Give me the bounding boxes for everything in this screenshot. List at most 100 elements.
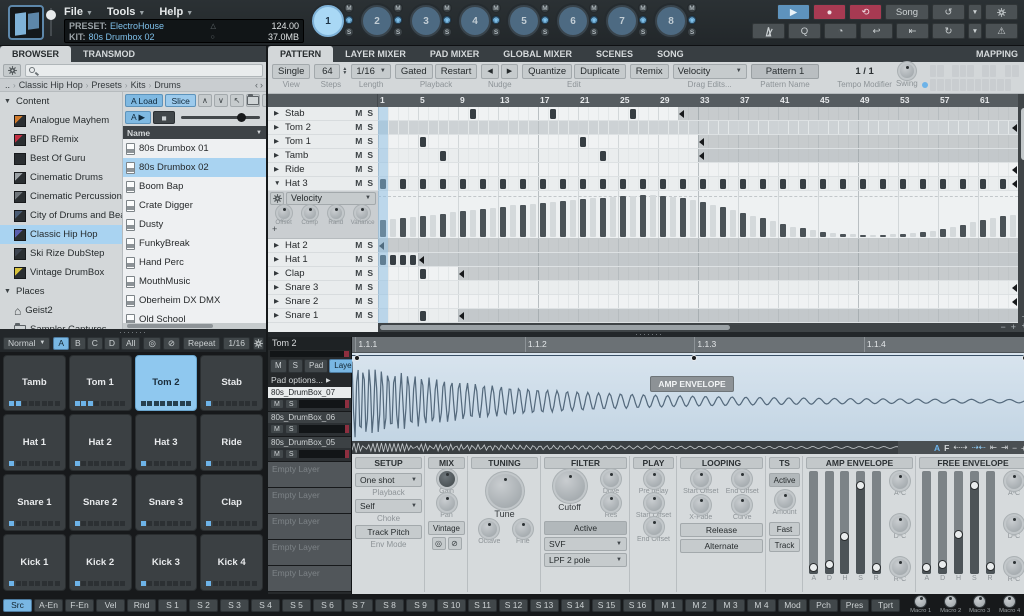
track-mute-button[interactable]: M	[355, 136, 362, 146]
track-header-tom-2[interactable]: ▶Tom 2MS	[268, 121, 378, 135]
track-solo-button[interactable]: S	[367, 136, 373, 146]
file-item[interactable]: Dusty	[123, 215, 266, 234]
note-event[interactable]	[560, 179, 566, 189]
track-lane-hat-2[interactable]	[378, 239, 1018, 253]
velocity-bar[interactable]	[640, 195, 646, 236]
track-lane-clap[interactable]	[378, 267, 1018, 281]
pan-knob[interactable]	[439, 495, 455, 511]
note-event[interactable]	[660, 179, 666, 189]
breadcrumb-item[interactable]: Drums	[152, 80, 183, 90]
note-event[interactable]	[420, 137, 426, 147]
velocity-bar[interactable]	[680, 198, 686, 237]
menu-tools[interactable]: Tools▼	[107, 6, 145, 18]
note-event[interactable]	[680, 179, 686, 189]
track-disclosure-icon[interactable]: ▶	[274, 151, 281, 159]
track-solo-button[interactable]: S	[367, 178, 373, 188]
note-event[interactable]	[580, 137, 586, 147]
velocity-bar[interactable]	[890, 234, 896, 236]
a-c-knob[interactable]	[1006, 473, 1022, 489]
mini-keyboard[interactable]	[922, 65, 1008, 91]
quantize-button[interactable]: Quantize	[522, 64, 572, 79]
tree-item-analogue-mayhem[interactable]: Analogue Mayhem	[0, 111, 122, 130]
velocity-bar[interactable]	[440, 214, 446, 237]
modsource-f-en[interactable]: F-En	[65, 599, 94, 612]
velocity-bar[interactable]	[670, 197, 676, 237]
modsource-src[interactable]: Src	[3, 599, 32, 612]
note-event[interactable]	[400, 179, 406, 189]
browser-gear-icon[interactable]	[3, 64, 21, 77]
engine-6-circle[interactable]: 6	[557, 5, 589, 37]
track-solo-button[interactable]: S	[367, 122, 373, 132]
modsource-m1[interactable]: M 1	[654, 599, 683, 612]
velocity-bar[interactable]	[900, 234, 906, 237]
black-key[interactable]	[982, 65, 989, 77]
layer-solo-button[interactable]: S	[285, 424, 298, 434]
note-event[interactable]	[820, 179, 826, 189]
note-event[interactable]	[390, 255, 396, 265]
black-key[interactable]	[967, 65, 974, 77]
velocity-bar[interactable]	[710, 205, 716, 237]
track-disclosure-icon[interactable]: ▶	[274, 123, 281, 131]
quantize-input-button[interactable]: Q	[788, 23, 821, 39]
engine-7-mute-button[interactable]: M	[638, 3, 648, 13]
modsource-s6[interactable]: S 6	[313, 599, 342, 612]
engine-5[interactable]: 5M◉S	[508, 2, 550, 42]
velocity-bar[interactable]	[850, 234, 856, 236]
track-solo-button[interactable]: S	[367, 268, 373, 278]
filter-active-button[interactable]: Active	[544, 521, 627, 535]
black-key[interactable]	[945, 65, 952, 77]
engine-7[interactable]: 7M◉S	[606, 2, 648, 42]
modsource-tprt[interactable]: Tprt	[871, 599, 900, 612]
layer-item[interactable]: 80s_DrumBox_05MS	[268, 437, 351, 462]
velocity-bar[interactable]	[750, 216, 756, 237]
black-key[interactable]	[937, 65, 944, 77]
repeat-rate-button[interactable]: 1/16	[223, 337, 250, 350]
note-event[interactable]	[500, 179, 506, 189]
white-key[interactable]	[1005, 79, 1012, 91]
velocity-bar[interactable]	[530, 204, 536, 237]
track-solo-button[interactable]: S	[367, 164, 373, 174]
pad-gear-icon[interactable]	[253, 337, 264, 350]
black-key[interactable]	[952, 65, 959, 77]
ts-active-button[interactable]: Active	[769, 473, 800, 487]
breadcrumb-item[interactable]: Kits	[129, 80, 148, 90]
macro-4-knob[interactable]	[1004, 596, 1015, 607]
jump-parent-icon[interactable]: ↖	[230, 94, 244, 107]
velocity-bar[interactable]	[560, 201, 566, 237]
file-item[interactable]: 80s Drumbox 01	[123, 139, 266, 158]
env-mode-button[interactable]: Track Pitch	[355, 525, 422, 539]
waveform-display[interactable]: AMP ENVELOPE	[352, 353, 1024, 441]
r-c-knob[interactable]	[892, 559, 908, 575]
layer-item[interactable]: 80s_DrumBox_07MS	[268, 387, 351, 412]
pattern-end-marker[interactable]	[1012, 284, 1017, 292]
velocity-bar[interactable]	[820, 232, 826, 237]
follow-button[interactable]: F	[944, 443, 949, 453]
slider-handle[interactable]	[922, 563, 931, 572]
note-event[interactable]	[540, 179, 546, 189]
layer-item[interactable]: 80s_DrumBox_06MS	[268, 412, 351, 437]
refresh-icon[interactable]: ⟳	[262, 94, 266, 107]
track-solo-button[interactable]: S	[367, 296, 373, 306]
search-input[interactable]	[38, 65, 259, 75]
white-key[interactable]	[997, 79, 1004, 91]
modsource-s16[interactable]: S 16	[623, 599, 652, 612]
engine-3[interactable]: 3M◉S	[410, 2, 452, 42]
amp-h-slider[interactable]	[840, 471, 849, 574]
file-item[interactable]: Oberheim DX DMX	[123, 291, 266, 310]
white-key[interactable]	[960, 79, 967, 91]
bank-all-button[interactable]: All	[121, 337, 140, 350]
engine-5-circle[interactable]: 5	[508, 5, 540, 37]
white-key[interactable]	[937, 79, 944, 91]
velocity-bar[interactable]	[630, 196, 636, 237]
layer-mute-button[interactable]: M	[270, 449, 284, 459]
envelope-node[interactable]	[691, 355, 697, 361]
tree-item-geist2[interactable]: ⌂Geist2	[0, 301, 122, 320]
hzoom-out-button[interactable]: −	[1000, 322, 1005, 332]
nudge-left-button[interactable]: ◀	[481, 64, 498, 79]
note-event[interactable]	[640, 179, 646, 189]
track-header-snare-3[interactable]: ▶Snare 3MS	[268, 281, 378, 295]
track-disclosure-icon[interactable]: ▶	[274, 255, 281, 263]
note-event[interactable]	[760, 179, 766, 189]
note-event[interactable]	[380, 255, 386, 265]
breadcrumb-item[interactable]: Presets	[89, 80, 124, 90]
